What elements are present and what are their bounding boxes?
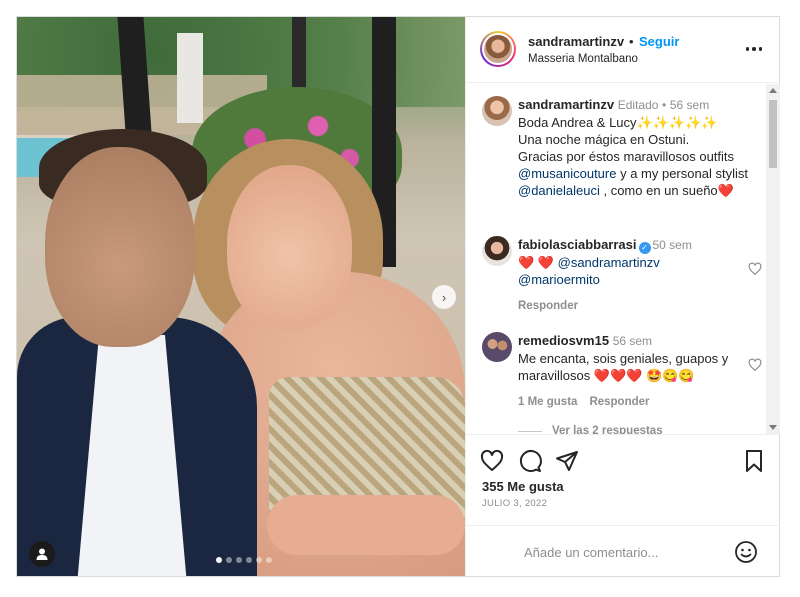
comment-likes-count[interactable]: 1 Me gusta [518,396,577,408]
comment-like-heart-icon[interactable] [748,262,762,276]
photo-man-face [45,147,195,347]
caption-text: Una noche mágica en Ostuni. [518,132,690,147]
scroll-down-icon[interactable] [769,425,777,430]
comment-like-heart-icon[interactable] [748,358,762,372]
carousel-dot [226,557,232,563]
user-tags-button[interactable] [29,541,55,567]
comment-time[interactable]: 50 sem [653,238,692,252]
post-date[interactable]: JULIO 3, 2022 [482,498,547,509]
carousel-indicator [216,557,272,563]
next-photo-button[interactable]: › [432,285,456,309]
carousel-dot [246,557,252,563]
follow-button[interactable]: Seguir [639,34,679,49]
post-location[interactable]: Masseria Montalbano [528,53,638,65]
emoji-reactions: ❤️❤️❤️ 🤩😋😋 [593,368,695,383]
post-header: sandramartinzv • Seguir Masseria Montalb… [466,17,780,83]
emoji-icon[interactable] [734,540,758,564]
sparkles-emoji: ✨✨✨✨✨ [636,115,718,130]
caption-time[interactable]: 56 sem [670,98,709,112]
comment-icon[interactable] [518,449,542,473]
view-replies-label: Ver las 2 respuestas [552,425,663,434]
post-photo[interactable]: › [17,17,465,576]
carousel-dot [216,557,222,563]
user-tag-icon [36,548,48,560]
edited-label: Editado [617,98,659,112]
bookmark-icon[interactable] [742,449,766,473]
author-avatar[interactable] [480,31,516,67]
header-separator: • [629,34,634,49]
mention-link[interactable]: @danielaleuci [518,183,600,198]
comment-username[interactable]: remediosvm15 [518,333,609,348]
send-icon[interactable] [555,449,579,473]
comments-scrollbar[interactable] [766,84,780,434]
caption-avatar[interactable] [482,96,512,126]
heart-emoji: ❤️ ❤️ [518,255,554,270]
heart-emoji: ❤️ [717,183,734,198]
photo-arm [267,495,465,555]
more-options-icon[interactable] [742,39,766,59]
post-modal: › sandramartinzv • Seguir Masseria Monta… [16,16,780,577]
replies-divider [518,430,542,432]
carousel-dot [236,557,242,563]
post-actions [466,434,780,484]
caption-text: Gracias por éstos maravillosos outfits [518,149,735,164]
reply-button[interactable]: Responder [518,300,578,312]
carousel-dot [256,557,262,563]
comment-time[interactable]: 56 sem [613,334,652,348]
caption-separator: • [662,98,667,112]
comment-username[interactable]: fabiolasciabbarrasi [518,237,637,252]
scrollbar-thumb[interactable] [769,100,777,168]
author-username[interactable]: sandramartinzv [528,34,624,49]
caption-text: y a my personal stylist [616,166,748,181]
scroll-up-icon[interactable] [769,88,777,93]
verified-badge-icon: ✓ [638,242,651,254]
chevron-right-icon: › [441,289,447,305]
mention-link[interactable]: @musanicouture [518,166,616,181]
photo-woman-face [227,165,352,330]
comment-input[interactable] [524,542,734,562]
comment-avatar[interactable] [482,332,512,362]
caption-text: Boda Andrea & Lucy [518,115,637,130]
view-replies-button[interactable]: Ver las 2 respuestas [518,425,663,434]
carousel-dot [266,557,272,563]
heart-icon[interactable] [480,449,504,473]
likes-count[interactable]: 355 Me gusta [482,479,564,494]
comments-list: sandramartinzv Editado • 56 sem Boda And… [466,84,780,434]
post-sidebar: sandramartinzv • Seguir Masseria Montalb… [465,17,780,576]
comment-avatar[interactable] [482,236,512,266]
caption-username[interactable]: sandramartinzv [518,97,614,112]
mention-link[interactable]: @marioermito [518,272,600,287]
add-comment-bar [466,525,780,576]
caption-text: , como en un sueño [599,183,718,198]
photo-column [177,33,203,123]
reply-button[interactable]: Responder [589,396,649,408]
mention-link[interactable]: @sandramartinzv [558,255,660,270]
